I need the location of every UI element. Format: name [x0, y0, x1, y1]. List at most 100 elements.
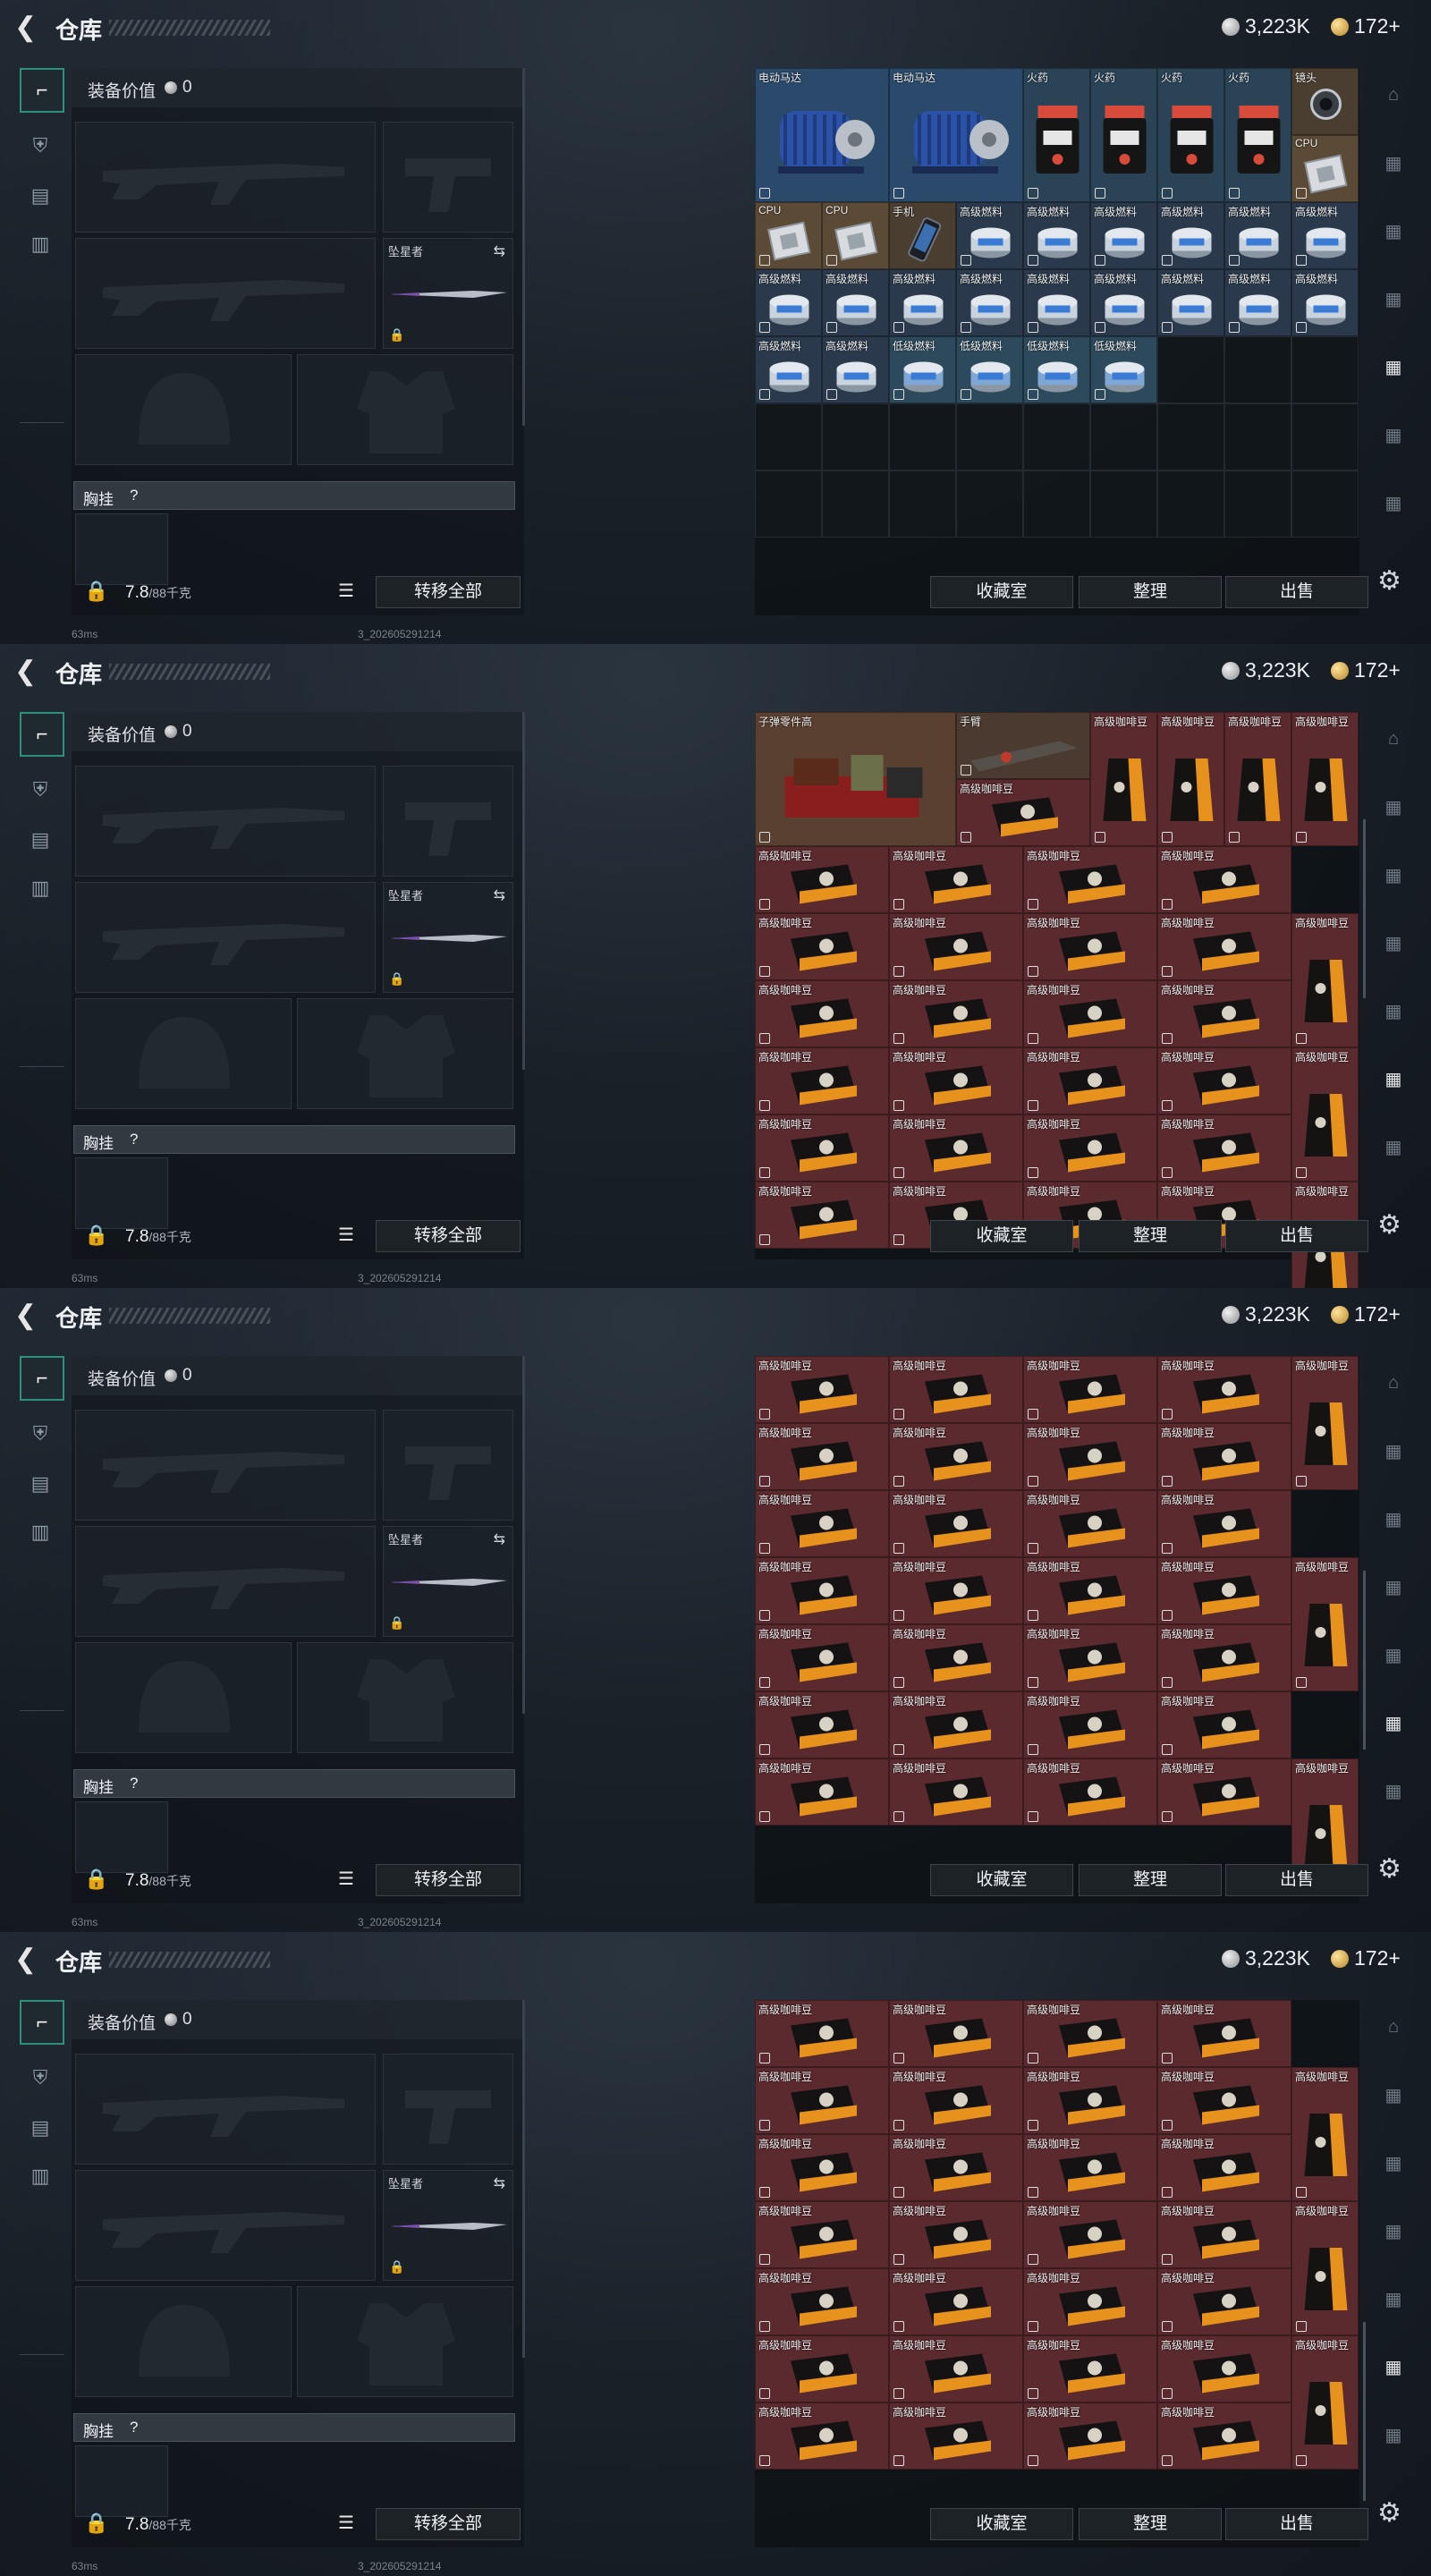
inventory-item[interactable]: 高级咖啡豆 [1157, 1758, 1291, 1826]
inventory-item[interactable]: 火药 [1157, 68, 1224, 202]
empty-slot[interactable] [956, 470, 1023, 538]
pistol-slot[interactable] [383, 1410, 513, 1521]
sell-button[interactable]: 出售 [1225, 1220, 1368, 1252]
inventory-item[interactable]: 高级燃料 [1157, 269, 1224, 336]
empty-slot[interactable] [1157, 336, 1224, 403]
list-icon[interactable]: ☰ [338, 1224, 354, 1246]
weapon-icon[interactable]: ⌐ [20, 2000, 64, 2045]
inventory-item[interactable]: 高级咖啡豆 [1157, 1423, 1291, 1490]
inventory-item[interactable]: 火药 [1090, 68, 1157, 202]
inventory-item[interactable]: 高级咖啡豆 [889, 2402, 1023, 2470]
inventory-item[interactable]: 高级咖啡豆 [1023, 2134, 1157, 2201]
inventory-item[interactable]: 高级咖啡豆 [1023, 1490, 1157, 1557]
inventory-item[interactable]: 高级咖啡豆 [1157, 846, 1291, 913]
transfer-all-button[interactable]: 转移全部 [376, 1864, 521, 1896]
inventory-item[interactable]: 高级咖啡豆 [755, 1490, 889, 1557]
inventory-item[interactable]: 高级咖啡豆 [1157, 1114, 1291, 1182]
empty-slot[interactable] [1224, 336, 1291, 403]
transfer-all-button[interactable]: 转移全部 [376, 576, 521, 608]
stash-tab-icon[interactable]: ▦ [1377, 1064, 1410, 1093]
inventory-item[interactable]: 高级咖啡豆 [1023, 1624, 1157, 1691]
weapon-icon[interactable]: ⌐ [20, 712, 64, 757]
inventory-item[interactable]: 高级咖啡豆 [1157, 1691, 1291, 1758]
stash-tab-icon[interactable]: ▦ [1377, 2216, 1410, 2245]
inventory-item[interactable]: 高级咖啡豆 [1023, 1114, 1157, 1182]
back-arrow-icon[interactable]: ❮ [14, 657, 39, 687]
gold-currency[interactable]: 172+ [1331, 1946, 1401, 1970]
helmet-slot[interactable] [75, 1642, 292, 1753]
stash-tab-icon[interactable]: ▦ [1377, 1132, 1410, 1161]
armor-slot[interactable] [297, 354, 513, 465]
inventory-item[interactable]: 高级咖啡豆 [889, 2201, 1023, 2268]
loadout-scrollbar[interactable] [522, 712, 525, 1070]
empty-slot[interactable] [1090, 470, 1157, 538]
stash-tab-icon[interactable]: ▦ [1377, 1436, 1410, 1465]
inventory-item[interactable]: 高级燃料 [1291, 202, 1359, 269]
stash-tab-icon[interactable]: ▦ [1377, 2420, 1410, 2449]
inventory-item[interactable]: 高级咖啡豆 [889, 1490, 1023, 1557]
inventory-item[interactable]: 高级咖啡豆 [889, 2000, 1023, 2067]
grid-scrollbar[interactable] [1363, 2322, 1366, 2501]
empty-slot[interactable] [822, 470, 889, 538]
inventory-item[interactable]: 高级咖啡豆 [1023, 913, 1157, 980]
stash-tab-icon[interactable]: ⌂ [1377, 80, 1410, 109]
inventory-item[interactable]: 高级咖啡豆 [755, 1423, 889, 1490]
empty-slot[interactable] [1157, 470, 1224, 538]
inventory-item[interactable]: 低级燃料 [1090, 336, 1157, 403]
inventory-item[interactable]: 高级咖啡豆 [1291, 1356, 1359, 1490]
inventory-item[interactable]: 高级咖啡豆 [1023, 1691, 1157, 1758]
stash-tab-icon[interactable]: ▦ [1377, 1572, 1410, 1601]
stash-tab-icon[interactable]: ⌂ [1377, 2012, 1410, 2041]
stash-tab-icon[interactable]: ▦ [1377, 2284, 1410, 2313]
primary-weapon-slot[interactable] [75, 766, 376, 877]
inventory-item[interactable]: 高级燃料 [822, 336, 889, 403]
list-icon[interactable]: ☰ [338, 2512, 354, 2534]
lock-icon[interactable]: 🔒 [84, 1868, 108, 1891]
inventory-item[interactable]: 高级咖啡豆 [755, 1624, 889, 1691]
inventory-item[interactable]: 高级咖啡豆 [1224, 712, 1291, 846]
inventory-item[interactable]: 高级咖啡豆 [1023, 980, 1157, 1047]
inventory-item[interactable]: 高级燃料 [1224, 202, 1291, 269]
lock-icon[interactable]: 🔒 [84, 1224, 108, 1247]
transfer-all-button[interactable]: 转移全部 [376, 2508, 521, 2540]
inventory-item[interactable]: 高级咖啡豆 [755, 2335, 889, 2402]
list-icon[interactable]: ☰ [338, 1868, 354, 1890]
inventory-item[interactable]: 高级咖啡豆 [889, 1691, 1023, 1758]
inventory-item[interactable]: 高级咖啡豆 [889, 1356, 1023, 1423]
empty-slot[interactable] [1224, 403, 1291, 470]
inventory-item[interactable]: 高级燃料 [1291, 269, 1359, 336]
inventory-item[interactable]: 高级咖啡豆 [889, 846, 1023, 913]
transfer-all-button[interactable]: 转移全部 [376, 1220, 521, 1252]
empty-slot[interactable] [755, 403, 822, 470]
inventory-item[interactable]: 高级咖啡豆 [1157, 1490, 1291, 1557]
inventory-item[interactable]: 高级咖啡豆 [1291, 1557, 1359, 1691]
armor-icon[interactable]: ⛨ [20, 125, 61, 166]
chest-rig-help-icon[interactable]: ? [130, 487, 138, 504]
sell-button[interactable]: 出售 [1225, 2508, 1368, 2540]
empty-slot[interactable] [1023, 403, 1090, 470]
inventory-item[interactable]: 高级咖啡豆 [755, 1356, 889, 1423]
back-arrow-icon[interactable]: ❮ [14, 1945, 39, 1975]
briefcase-icon[interactable]: ▥ [20, 868, 61, 909]
gold-currency[interactable]: 172+ [1331, 1302, 1401, 1326]
grid-scrollbar[interactable] [1363, 1571, 1366, 1750]
inventory-item[interactable]: 高级燃料 [822, 269, 889, 336]
empty-slot[interactable] [755, 470, 822, 538]
inventory-item[interactable]: 高级燃料 [1157, 202, 1224, 269]
stash-tab-icon[interactable]: ▦ [1377, 148, 1410, 177]
inventory-item[interactable]: 高级咖啡豆 [1291, 712, 1359, 846]
inventory-item[interactable]: 高级咖啡豆 [755, 1114, 889, 1182]
empty-slot[interactable] [889, 403, 956, 470]
gear-icon[interactable]: ⚙ [1377, 1853, 1401, 1885]
stash-tab-icon[interactable]: ▦ [1377, 1640, 1410, 1669]
inventory-item[interactable]: 高级咖啡豆 [889, 2268, 1023, 2335]
melee-slot[interactable]: 坠星者 ⇆ 🔒 [383, 1526, 513, 1637]
empty-slot[interactable] [1291, 403, 1359, 470]
lock-icon[interactable]: 🔒 [84, 580, 108, 603]
backpack-icon[interactable]: ▤ [20, 1463, 61, 1504]
stash-tab-icon[interactable]: ⌂ [1377, 1368, 1410, 1397]
inventory-item[interactable]: 电动马达 [755, 68, 889, 202]
inventory-item[interactable]: 高级咖啡豆 [889, 2134, 1023, 2201]
loadout-scrollbar[interactable] [522, 68, 525, 426]
armor-icon[interactable]: ⛨ [20, 769, 61, 810]
